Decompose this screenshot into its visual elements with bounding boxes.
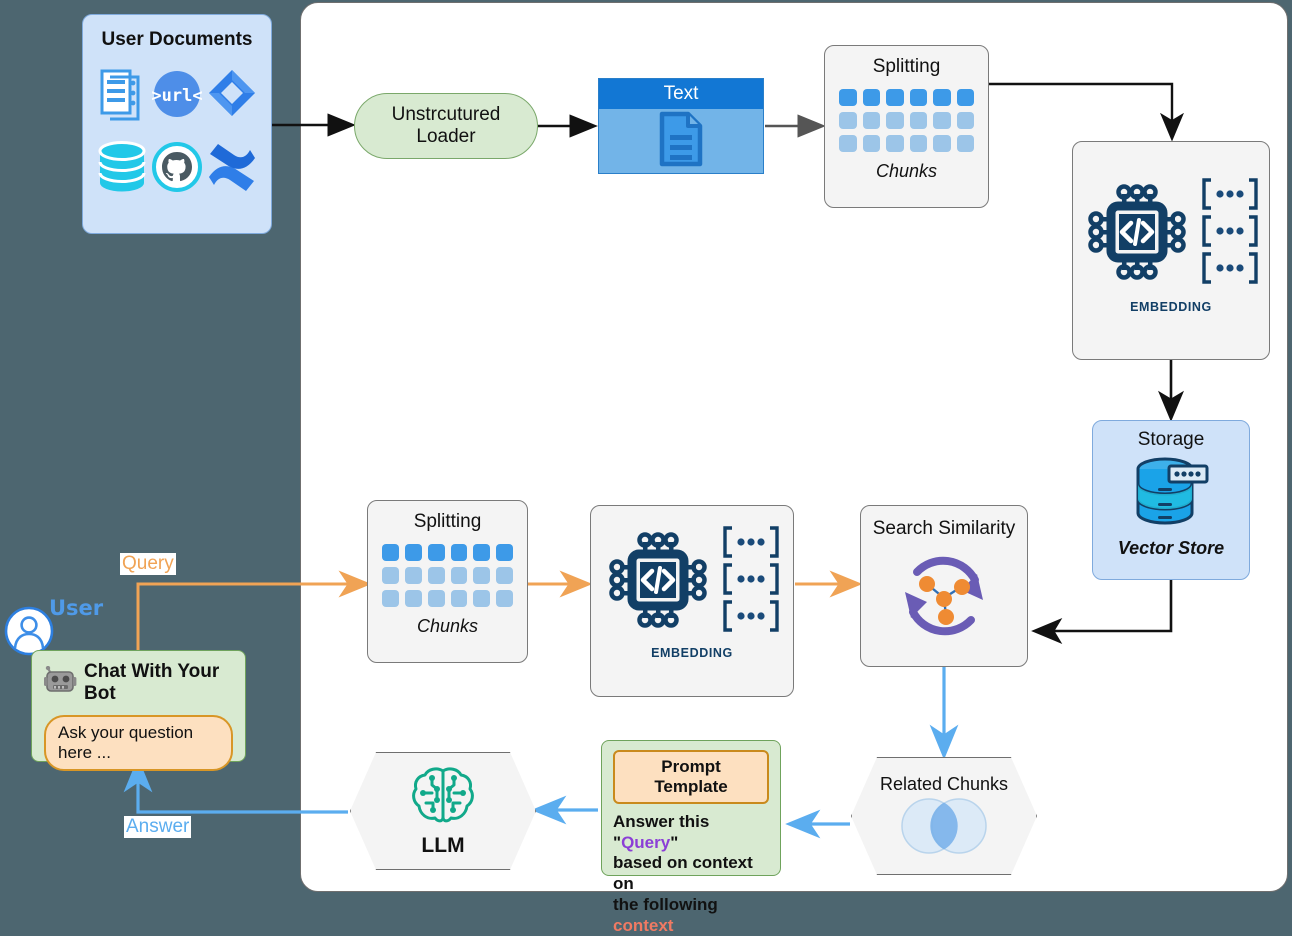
- storage-subtitle: Vector Store: [1117, 538, 1225, 558]
- splitting-ingest-chunks: [839, 89, 974, 152]
- prompt-template-text: Answer this "Query" based on context on …: [613, 812, 769, 936]
- search-similarity-title: Search Similarity: [872, 518, 1016, 539]
- splitting-ingest-box: Splitting Chunks: [824, 45, 989, 208]
- jira-icon: [207, 68, 257, 125]
- unstructured-loader-node[interactable]: Unstrcutured Loader: [354, 93, 538, 159]
- related-chunks-title: Related Chunks: [879, 774, 1009, 794]
- prompt-line2: based on context on: [613, 853, 753, 894]
- text-node-header: Text: [599, 79, 763, 109]
- user-documents-box: User Documents >url<: [82, 14, 272, 234]
- loader-label-line2: Loader: [416, 126, 476, 147]
- diagram-canvas: User Documents >url< Unstrcutured Loader…: [0, 0, 1292, 935]
- vector-brackets-icon: [1199, 174, 1261, 294]
- splitting-query-title: Splitting: [413, 511, 482, 532]
- prompt-template-box: Prompt Template Answer this "Query" base…: [601, 740, 781, 935]
- similarity-icon: [889, 544, 999, 653]
- embedding-ingest-label: EMBEDDING: [1130, 300, 1212, 314]
- documents-icon: [96, 67, 148, 126]
- answer-edge-label: Answer: [124, 816, 192, 838]
- embedding-query-box: EMBEDDING: [590, 505, 794, 697]
- svg-text:>url<: >url<: [152, 86, 202, 106]
- splitting-ingest-subtitle: Chunks: [875, 161, 938, 181]
- url-icon: >url<: [151, 69, 203, 124]
- vector-store-icon: [1132, 455, 1210, 536]
- vector-brackets-icon: [720, 522, 782, 642]
- confluence-icon: [206, 142, 258, 197]
- prompt-template-badge: Prompt Template: [613, 750, 769, 804]
- chat-title: Chat With Your Bot: [84, 661, 220, 704]
- prompt-context-token: context: [613, 915, 674, 935]
- storage-title: Storage: [1137, 429, 1205, 450]
- brain-circuit-icon: [410, 765, 476, 832]
- llm-node: LLM: [350, 752, 536, 870]
- embedding-query-label: EMBEDDING: [651, 646, 733, 660]
- prompt-line1-suffix: ": [670, 832, 679, 852]
- splitting-query-box: Splitting Chunks: [367, 500, 528, 663]
- prompt-line3-prefix: the following: [613, 894, 718, 914]
- database-icon: [96, 140, 148, 199]
- splitting-query-subtitle: Chunks: [416, 616, 479, 636]
- text-node: Text: [598, 78, 764, 174]
- chip-icon: [602, 524, 714, 641]
- document-icon: [654, 110, 708, 173]
- storage-box: Storage Vector Store: [1092, 420, 1250, 580]
- llm-title: LLM: [421, 833, 465, 857]
- query-edge-label: Query: [120, 553, 176, 575]
- search-similarity-box: Search Similarity: [860, 505, 1028, 667]
- embedding-ingest-box: EMBEDDING: [1072, 141, 1270, 360]
- robot-icon: [44, 665, 78, 700]
- splitting-query-chunks: [382, 544, 513, 607]
- chip-icon: [1081, 176, 1193, 293]
- github-icon: [151, 142, 202, 197]
- loader-label-line1: Unstrcutured: [391, 103, 501, 125]
- user-label: User: [49, 596, 104, 620]
- chat-title-row: Chat With Your Bot: [44, 661, 233, 705]
- prompt-query-token: Query: [621, 832, 671, 852]
- user-documents-title: User Documents: [101, 29, 253, 50]
- related-chunks-node: Related Chunks: [851, 757, 1037, 875]
- chat-box: Chat With Your Bot Ask your question her…: [31, 650, 246, 771]
- splitting-ingest-title: Splitting: [872, 56, 941, 77]
- chat-question-input[interactable]: Ask your question here ...: [44, 715, 233, 771]
- venn-icon: [891, 797, 997, 860]
